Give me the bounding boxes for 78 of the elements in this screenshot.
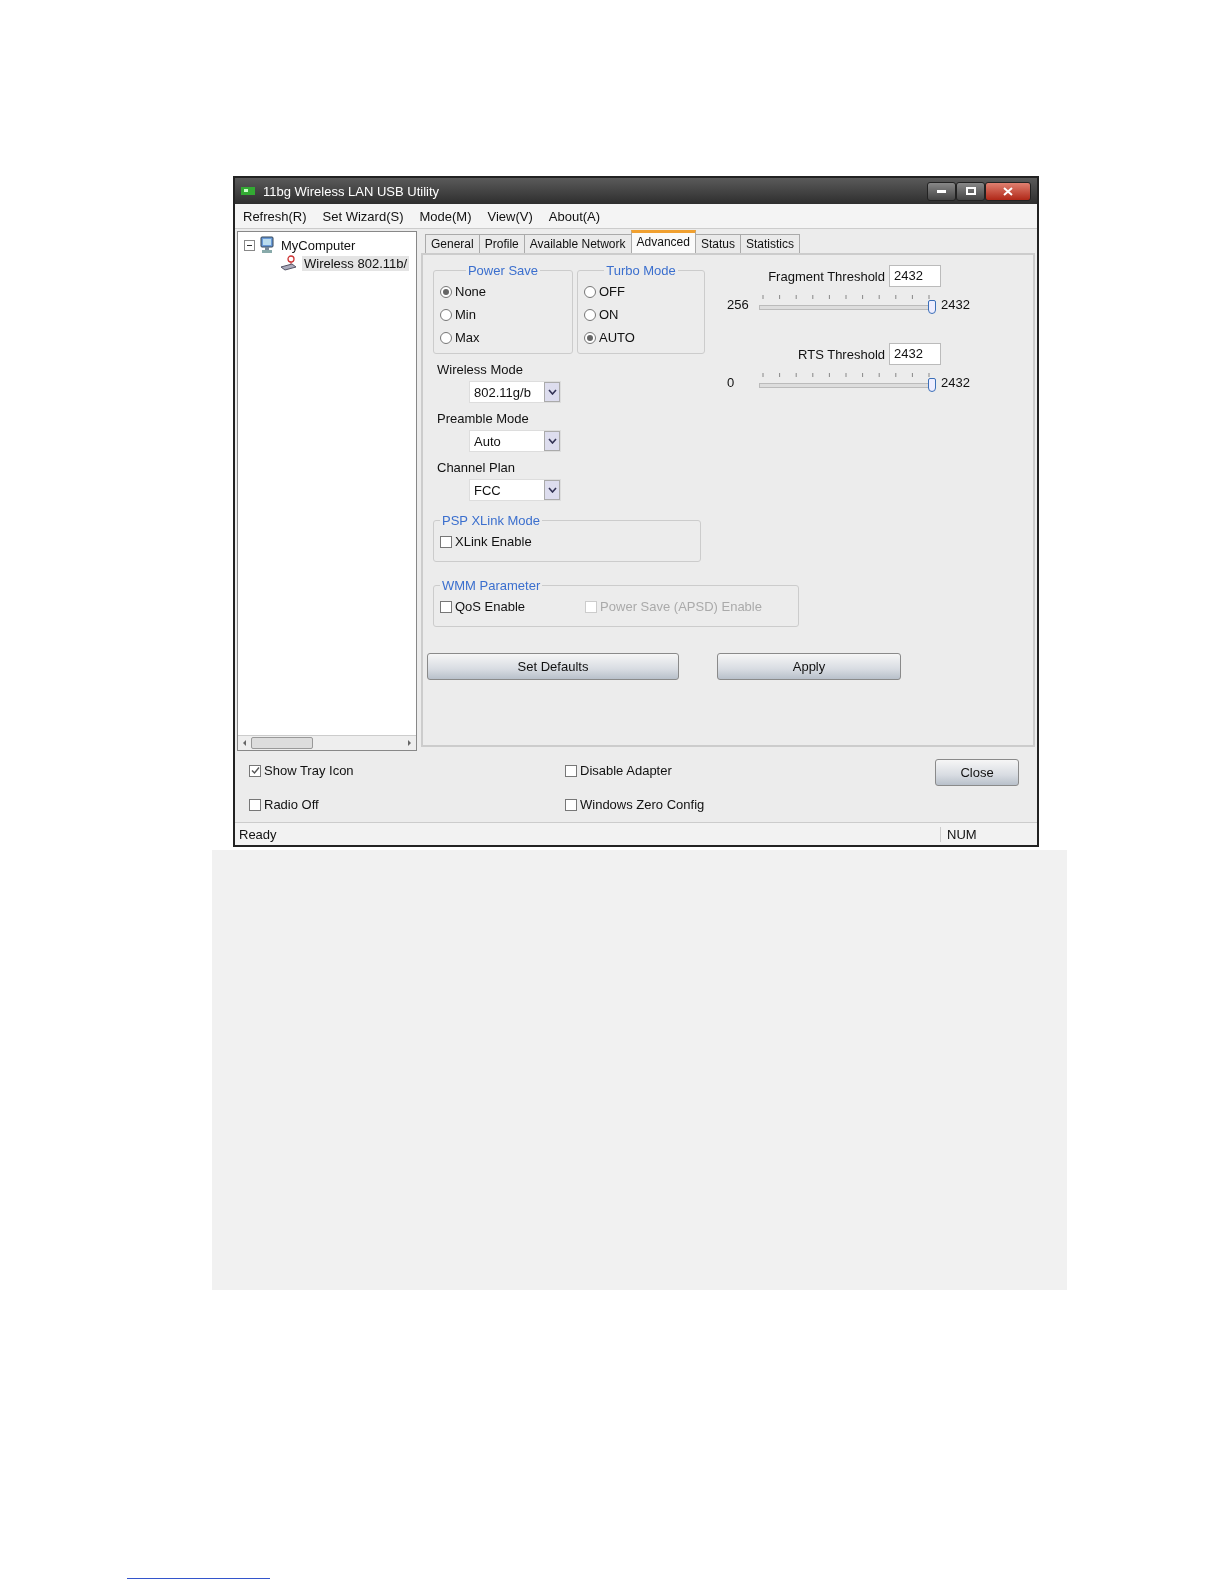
radio-button[interactable] xyxy=(440,285,452,298)
app-icon xyxy=(241,186,255,196)
status-text: Ready xyxy=(239,826,278,842)
horizontal-scrollbar[interactable] xyxy=(238,735,416,750)
menu-item[interactable]: View(V) xyxy=(487,208,533,224)
radio-button[interactable] xyxy=(440,331,452,344)
chevron-down-icon xyxy=(547,389,557,395)
dropdown[interactable]: Auto xyxy=(469,430,561,452)
option-label: None xyxy=(455,284,487,299)
option-label: AUTO xyxy=(599,330,635,345)
radio-button[interactable] xyxy=(584,331,596,344)
close-button[interactable]: Close xyxy=(935,759,1019,786)
field-label: Preamble Mode xyxy=(437,411,530,426)
maximize-button[interactable] xyxy=(956,181,985,201)
group-title: WMM Parameter xyxy=(441,578,542,593)
menu-item[interactable]: Mode(M) xyxy=(419,208,472,224)
maximize-icon xyxy=(965,187,976,195)
tab[interactable]: Statistics xyxy=(739,234,800,253)
slider-max-label: 2432 xyxy=(941,374,970,390)
slider-min-label: 256 xyxy=(727,296,750,312)
radio-button[interactable] xyxy=(440,308,452,321)
checkbox[interactable] xyxy=(249,798,261,811)
checkbox[interactable] xyxy=(440,600,452,613)
option-label: Radio Off xyxy=(264,797,319,812)
slider-max-label: 2432 xyxy=(941,296,970,312)
slider-thumb[interactable] xyxy=(928,378,936,392)
dropdown[interactable]: FCC xyxy=(469,479,561,501)
slider-min-label: 0 xyxy=(727,374,736,390)
group-title: PSP XLink Mode xyxy=(441,513,542,528)
set-defaults-button[interactable]: Set Defaults xyxy=(427,653,679,680)
apply-button[interactable]: Apply xyxy=(717,653,901,680)
collapse-icon[interactable] xyxy=(244,239,255,251)
slider[interactable] xyxy=(759,293,933,315)
tree-item[interactable]: MyComputer xyxy=(279,237,358,253)
tree-item[interactable]: Wireless 802.11b/ xyxy=(302,255,410,271)
option-label: QoS Enable xyxy=(455,599,526,614)
option-label: Disable Adapter xyxy=(580,763,672,778)
scroll-right-icon[interactable] xyxy=(405,738,414,748)
group-title: Turbo Mode xyxy=(605,263,677,278)
slider[interactable] xyxy=(759,371,933,393)
close-button[interactable] xyxy=(985,181,1031,201)
field-label: Channel Plan xyxy=(437,460,517,475)
radio-button[interactable] xyxy=(584,285,596,298)
status-indicator: NUM xyxy=(940,826,1017,842)
checkbox[interactable] xyxy=(565,798,577,811)
option-label: OFF xyxy=(599,284,625,299)
field-label: Wireless Mode xyxy=(437,362,524,377)
wireless-adapter-icon xyxy=(280,255,298,271)
minimize-icon xyxy=(937,189,946,193)
checkbox[interactable] xyxy=(565,764,577,777)
option-label: ON xyxy=(599,307,619,322)
dropdown[interactable]: 802.11g/b xyxy=(469,381,561,403)
field-label: RTS Threshold xyxy=(798,346,885,362)
menu-item[interactable]: About(A) xyxy=(548,208,601,224)
chevron-down-icon xyxy=(547,487,557,493)
option-label: Power Save (APSD) Enable xyxy=(600,599,762,614)
option-label: Min xyxy=(455,307,476,322)
option-label: Windows Zero Config xyxy=(580,797,705,812)
field-label: Fragment Threshold xyxy=(768,268,885,284)
option-label: Show Tray Icon xyxy=(264,763,354,778)
menu-item[interactable]: Set Wizard(S) xyxy=(322,208,404,224)
tab[interactable]: Advanced xyxy=(630,230,696,253)
menu-item[interactable]: Refresh(R) xyxy=(243,208,307,224)
group-title: Power Save xyxy=(466,263,540,278)
option-label: XLink Enable xyxy=(455,534,532,549)
slider-thumb[interactable] xyxy=(928,300,936,314)
tab[interactable]: General xyxy=(425,234,480,253)
input-field[interactable]: 2432 xyxy=(889,343,941,365)
option-label: Max xyxy=(455,330,480,345)
radio-button[interactable] xyxy=(584,308,596,321)
minimize-button[interactable] xyxy=(927,181,956,201)
computer-icon xyxy=(259,236,275,254)
input-field[interactable]: 2432 xyxy=(889,265,941,287)
chevron-down-icon xyxy=(547,438,557,444)
window-title: 11bg Wireless LAN USB Utility xyxy=(263,183,441,199)
checkbox[interactable] xyxy=(249,764,261,777)
checkbox[interactable] xyxy=(440,535,452,548)
close-icon xyxy=(1003,186,1013,196)
